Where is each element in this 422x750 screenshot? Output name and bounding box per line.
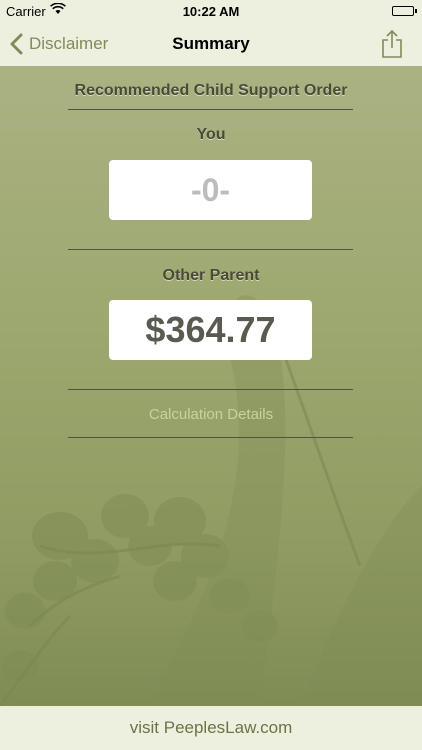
back-button[interactable]: Disclaimer (10, 22, 108, 66)
divider-middle (68, 249, 353, 250)
summary-panel: Recommended Child Support Order You -0- … (0, 66, 422, 706)
other-parent-amount-value: $364.77 (145, 309, 276, 350)
you-amount-box: -0- (109, 160, 312, 220)
status-time: 10:22 AM (182, 4, 240, 19)
chevron-left-icon (10, 33, 23, 55)
calculation-details-link[interactable]: Calculation Details (0, 406, 422, 423)
divider-lower (68, 389, 353, 390)
website-link-label: visit PeeplesLaw.com (129, 718, 293, 737)
summary-heading: Recommended Child Support Order (74, 82, 348, 99)
you-amount-value: -0- (190, 171, 231, 208)
share-button[interactable] (380, 29, 404, 59)
other-parent-label: Other Parent (162, 267, 260, 284)
other-parent-amount-box: $364.77 (109, 300, 312, 360)
share-icon (382, 29, 402, 58)
divider-bottom (68, 437, 353, 438)
navigation-bar: Summary Disclaimer (0, 22, 422, 66)
battery-icon (392, 6, 417, 16)
divider-top (68, 109, 353, 110)
status-bar: Carrier 10:22 AM (0, 0, 422, 22)
website-link[interactable]: visit PeeplesLaw.com (0, 706, 422, 750)
you-label: You (196, 126, 226, 143)
back-button-label: Disclaimer (29, 34, 109, 53)
